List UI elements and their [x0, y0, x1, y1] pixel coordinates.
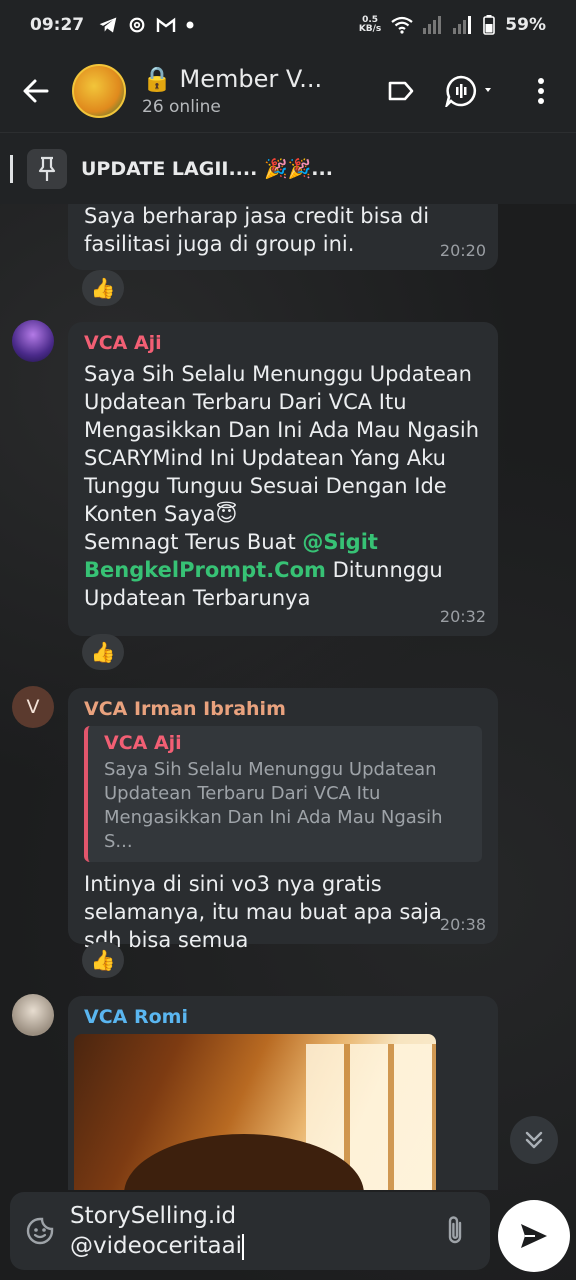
chat-screen: 09:27 0.5 KB/s 59% 🔒 Member V... 26 onli… [0, 0, 576, 1280]
reaction-chip[interactable]: 👍 [82, 942, 124, 978]
lock-icon: 🔒 [142, 65, 172, 93]
message-time: 20:20 [439, 241, 486, 260]
double-chevron-down-icon [525, 1131, 543, 1149]
reply-quote[interactable]: VCA Aji Saya Sih Selalu Menunggu Updatea… [84, 726, 482, 862]
text-caret [242, 1233, 245, 1260]
voice-chat-button[interactable] [436, 50, 506, 132]
avatar[interactable]: V [12, 686, 54, 728]
emoji-button[interactable] [10, 1216, 70, 1246]
pinned-text: UPDATE LAGII.... 🎉🎉... [81, 158, 333, 180]
clock: 09:27 [30, 15, 85, 35]
status-right: 0.5 KB/s 59% [359, 15, 546, 35]
sticker-icon [26, 1217, 54, 1245]
avatar-letter: V [26, 696, 40, 718]
message-text: Saya berharap jasa credit bisa di fasili… [84, 204, 430, 256]
thumbs-up-icon: 👍 [90, 640, 116, 664]
group-title: 🔒 Member V... [142, 65, 332, 93]
message-bubble[interactable]: Saya berharap jasa credit bisa di fasili… [68, 204, 498, 270]
pinned-indicator [10, 154, 13, 183]
signal-icon [423, 16, 442, 34]
status-bar: 09:27 0.5 KB/s 59% [0, 0, 576, 50]
message-bubble[interactable]: VCA Aji Saya Sih Selalu Menunggu Updatea… [68, 322, 498, 636]
pin-button[interactable] [27, 148, 67, 189]
threads-icon [129, 17, 145, 33]
group-title-text: Member V... [179, 65, 323, 93]
reaction-chip[interactable]: 👍 [82, 270, 124, 306]
label-icon [388, 81, 414, 101]
net-speed-unit: KB/s [358, 24, 382, 34]
more-vertical-icon [538, 78, 544, 104]
chat-header: 🔒 Member V... 26 online [0, 50, 576, 132]
avatar[interactable] [12, 320, 54, 362]
mention-link[interactable]: @Sigit [302, 530, 378, 554]
send-button[interactable] [498, 1200, 570, 1272]
telegram-icon [99, 17, 117, 33]
dot-icon [186, 21, 194, 29]
online-count: 26 online [142, 97, 221, 117]
header-actions [366, 50, 576, 132]
message-input[interactable]: StorySelling.id @videoceritaai [70, 1201, 420, 1261]
sender-name[interactable]: VCA Aji [84, 332, 482, 354]
pinned-message[interactable]: UPDATE LAGII.... 🎉🎉... [0, 132, 576, 204]
message-bubble[interactable]: VCA Romi [68, 996, 498, 1190]
sender-name[interactable]: VCA Romi [84, 1006, 482, 1028]
avatar[interactable] [12, 994, 54, 1036]
message-time: 20:32 [439, 607, 486, 626]
message-input-text: StorySelling.id @videoceritaai [70, 1203, 243, 1259]
arrow-left-icon [23, 79, 49, 103]
message-composer: StorySelling.id @videoceritaai [10, 1192, 490, 1270]
message-list[interactable]: Saya berharap jasa credit bisa di fasili… [0, 204, 576, 1190]
more-button[interactable] [506, 50, 576, 132]
battery-icon [483, 15, 496, 35]
back-button[interactable] [0, 50, 72, 132]
send-icon [521, 1224, 547, 1248]
video-thumbnail[interactable] [74, 1034, 436, 1190]
notification-icons [98, 16, 194, 34]
quote-text: Saya Sih Selalu Menunggu Updatean Update… [104, 759, 443, 852]
reaction-chip[interactable]: 👍 [82, 634, 124, 670]
attach-button[interactable] [420, 1215, 490, 1247]
voice-chat-icon [445, 75, 491, 107]
thumbs-up-icon: 👍 [90, 948, 116, 972]
message-bubble[interactable]: VCA Irman Ibrahim VCA Aji Saya Sih Selal… [68, 688, 498, 952]
message-text: Intinya di sini vo3 nya gratis selamanya… [84, 872, 442, 952]
wifi-icon [391, 16, 413, 34]
gmail-icon [156, 17, 176, 32]
signal-icon-2 [453, 16, 472, 34]
message-text-part: Saya Sih Selalu Menunggu Updatean Update… [84, 362, 480, 526]
paperclip-icon [448, 1216, 462, 1244]
message-time: 20:38 [439, 915, 486, 934]
sender-name[interactable]: VCA Irman Ibrahim [84, 698, 482, 720]
battery-percent: 59% [505, 15, 546, 35]
message-text-part: Semnagt Terus Buat [84, 530, 303, 554]
label-button[interactable] [366, 50, 436, 132]
message-text: Saya Sih Selalu Menunggu Updatean Update… [84, 360, 482, 612]
group-info[interactable]: 🔒 Member V... 26 online [142, 65, 332, 117]
website-link[interactable]: BengkelPrompt.Com [84, 558, 326, 582]
pin-icon [38, 156, 56, 181]
quote-sender: VCA Aji [104, 732, 182, 754]
net-speed: 0.5 KB/s [359, 16, 381, 34]
group-avatar[interactable] [72, 64, 126, 118]
thumbs-up-icon: 👍 [90, 276, 116, 300]
scroll-down-button[interactable] [510, 1116, 558, 1164]
